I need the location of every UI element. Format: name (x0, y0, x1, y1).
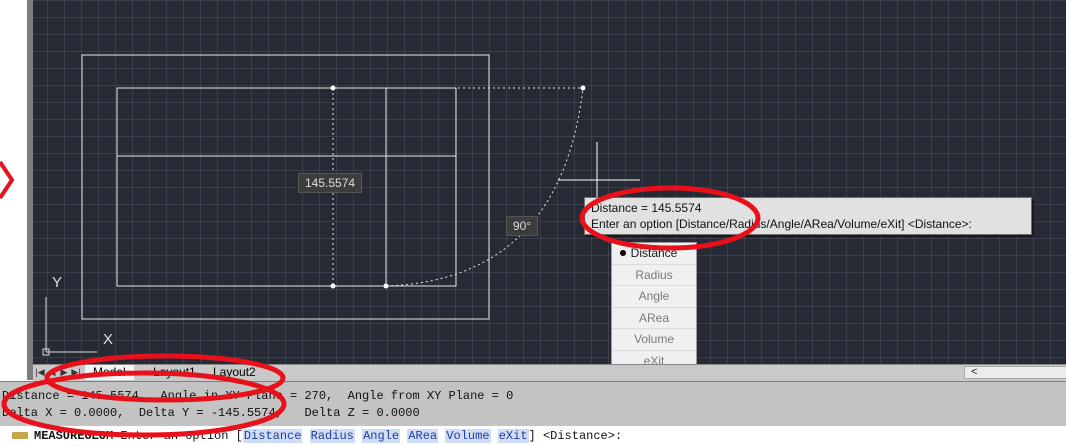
menu-item-label: Distance (630, 246, 678, 260)
option-area[interactable]: ARea (407, 429, 439, 443)
menu-item-distance[interactable]: Distance (612, 243, 696, 265)
layout-tab-bar: |◀ ◀ ▶ ▶| Model Layout1 Layout2 < (33, 364, 1066, 381)
menu-item-radius[interactable]: Radius (612, 265, 696, 286)
angle-arc (385, 87, 584, 287)
dynamic-options-menu: Distance Radius Angle ARea Volume eXit (611, 242, 697, 368)
command-prompt-text: Enter an option [ (113, 429, 243, 443)
command-prompt-suffix: ] <Distance>: (528, 429, 623, 443)
dimension-label: 145.5574 (298, 173, 363, 193)
option-distance[interactable]: Distance (242, 429, 303, 443)
command-name: MEASUREGEOM (34, 429, 114, 443)
ucs-x-label: X (103, 331, 114, 348)
tab-model[interactable]: Model (85, 365, 134, 380)
outer-rectangle (81, 54, 490, 320)
prev-tab-icon[interactable]: ◀ (47, 367, 57, 378)
command-line[interactable]: MEASUREGEOM Enter an option [Distance Ra… (0, 426, 1066, 446)
grip-point (330, 85, 336, 91)
option-angle[interactable]: Angle (362, 429, 401, 443)
menu-item-angle[interactable]: Angle (612, 286, 696, 308)
selected-bullet-icon (620, 250, 626, 256)
command-history: Distance = 145.5574, Angle in XY Plane =… (0, 381, 1066, 426)
menu-item-volume[interactable]: Volume (612, 329, 696, 351)
tooltip-distance-line: Distance = 145.5574 (591, 201, 702, 215)
history-line-1: Distance = 145.5574, Angle in XY Plane =… (2, 389, 514, 403)
grip-point (580, 85, 586, 91)
dynamic-input-tooltip: Distance = 145.5574 Enter an option [Dis… (584, 197, 1032, 235)
grip-point (330, 283, 336, 289)
option-volume[interactable]: Volume (445, 429, 491, 443)
tab-layout1[interactable]: Layout1 (145, 365, 204, 380)
first-tab-icon[interactable]: |◀ (35, 367, 45, 378)
ucs-icon (42, 297, 97, 356)
tab-layout2[interactable]: Layout2 (205, 365, 264, 380)
next-tab-icon[interactable]: ▶ (59, 367, 69, 378)
grip-point (383, 283, 389, 289)
command-icon (12, 432, 28, 440)
angle-label: 90° (506, 216, 539, 236)
menu-item-area[interactable]: ARea (612, 308, 696, 329)
option-exit[interactable]: eXit (497, 429, 529, 443)
left-splitter (27, 0, 33, 380)
tooltip-prompt-line: Enter an option [Distance/Radius/Angle/A… (591, 217, 972, 231)
last-tab-icon[interactable]: ▶| (71, 367, 81, 378)
scroll-left-icon[interactable]: < (971, 366, 977, 378)
ucs-y-label: Y (52, 274, 63, 291)
history-line-2: Delta X = 0.0000, Delta Y = -145.5574, D… (2, 406, 420, 420)
red-arrow-icon (0, 160, 15, 200)
inner-rectangle (116, 87, 457, 287)
option-radius[interactable]: Radius (309, 429, 355, 443)
horizontal-scrollbar[interactable]: < (964, 366, 1066, 379)
